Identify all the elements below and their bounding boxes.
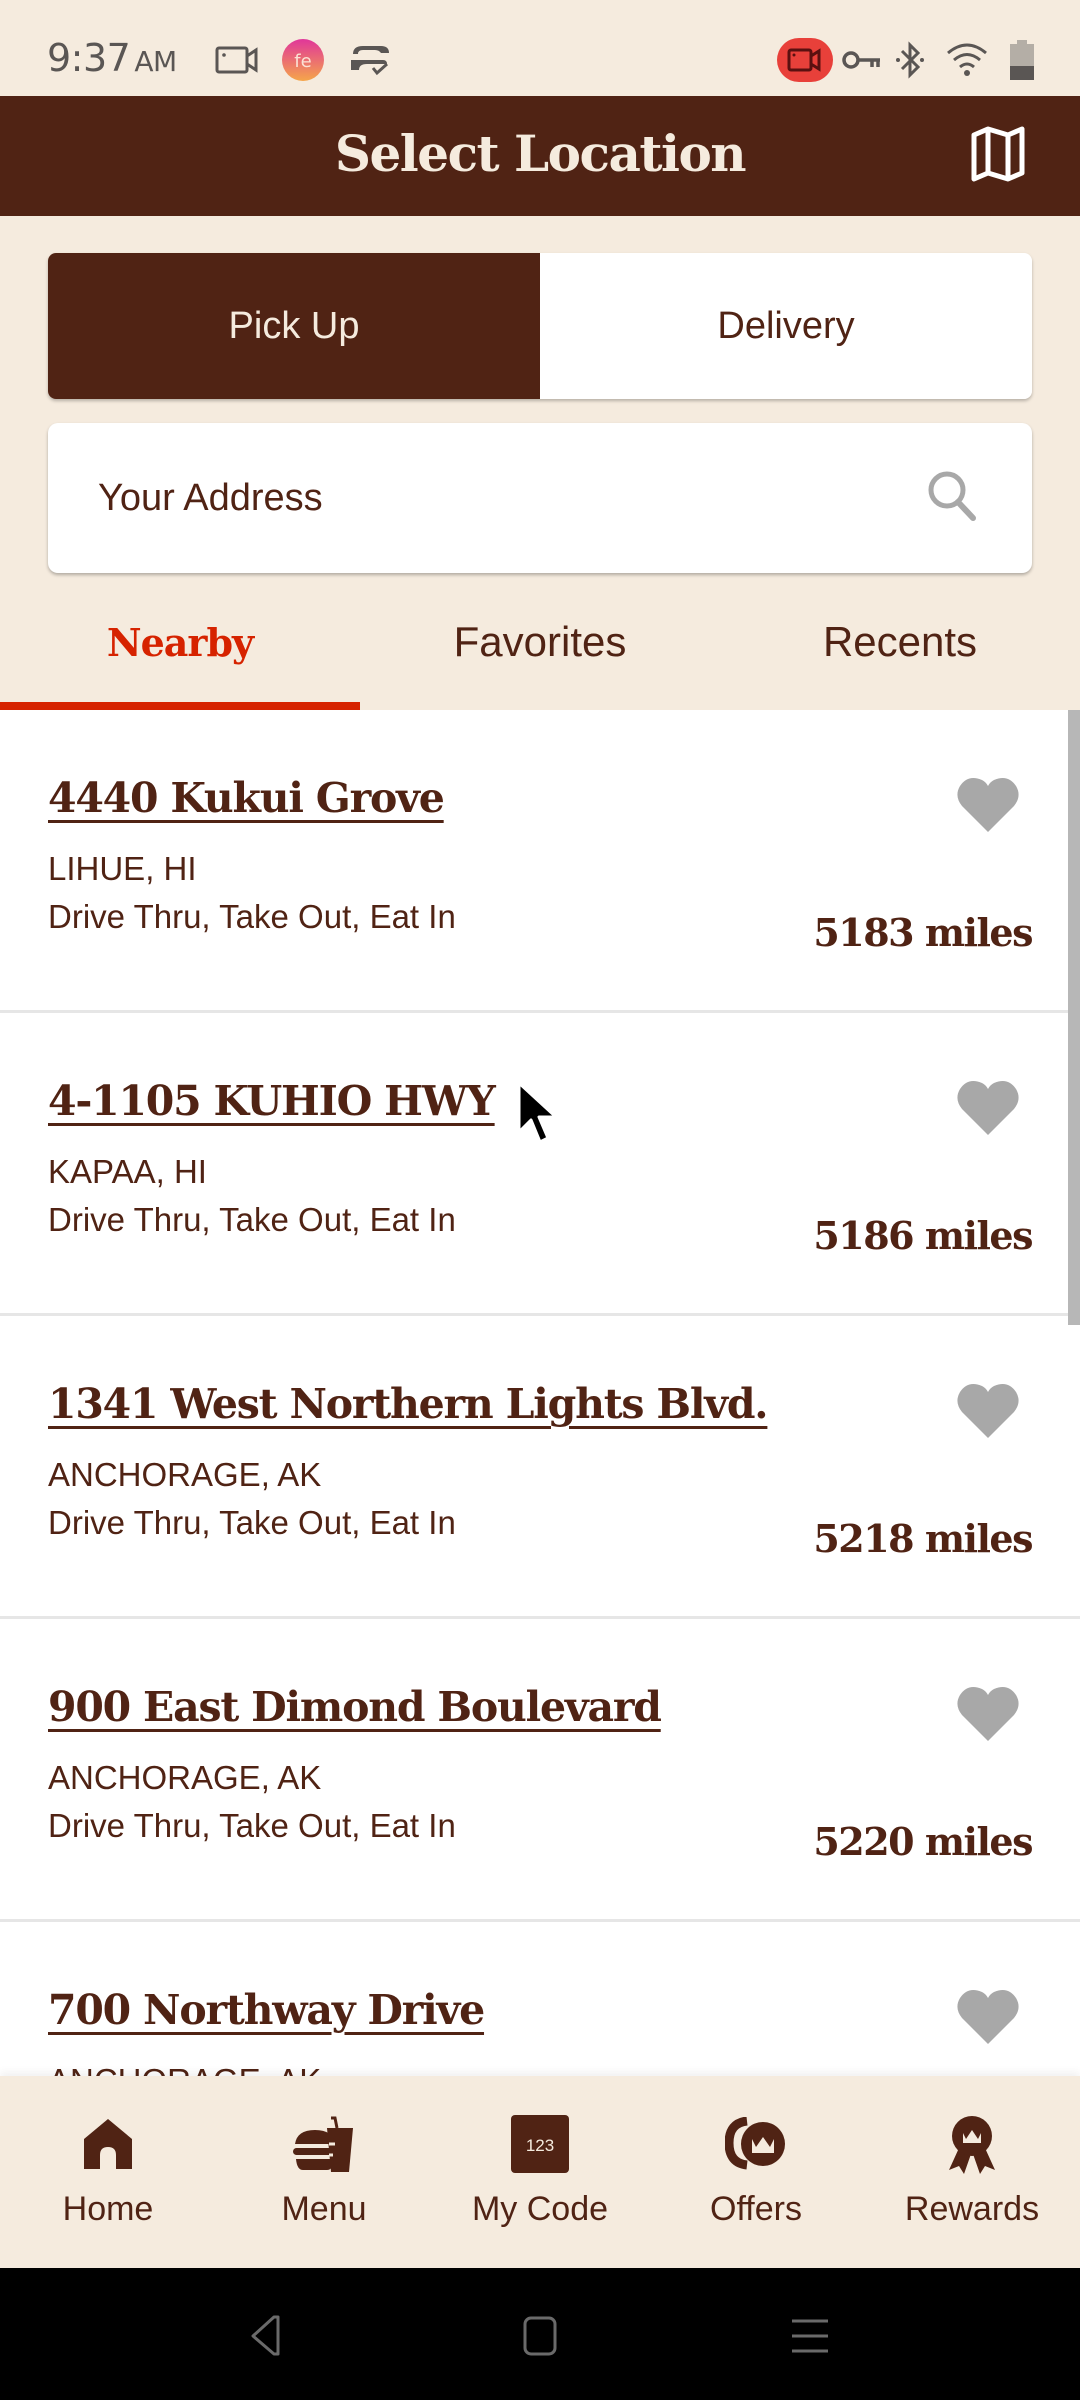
sync-check-icon: [345, 38, 395, 82]
screen-record-icon: [214, 38, 260, 82]
nav-rewards-label: Rewards: [904, 2190, 1040, 2228]
location-tabs: Nearby Favorites Recents: [0, 590, 1080, 710]
rewards-ribbon-icon: [940, 2112, 1004, 2176]
location-distance: 5183 miles: [813, 910, 1033, 955]
location-row[interactable]: 700 Northway Drive ANCHORAGE, AK: [0, 1922, 1080, 2076]
nav-home[interactable]: Home: [0, 2076, 216, 2268]
nav-my-code[interactable]: 123 My Code: [432, 2076, 648, 2268]
svg-text:fe: fe: [294, 51, 311, 72]
map-icon: [970, 125, 1026, 188]
status-time-value: 9:37: [47, 36, 131, 80]
status-bar: 9:37 AM fe: [0, 0, 1080, 96]
order-type-toggle: Pick Up Delivery: [48, 253, 1032, 399]
favorite-button[interactable]: [956, 1685, 1020, 1743]
favorite-button[interactable]: [956, 776, 1020, 834]
app-notification-icon: fe: [280, 38, 326, 82]
location-name-link[interactable]: 4440 Kukui Grove: [48, 774, 445, 822]
address-input[interactable]: [98, 476, 922, 520]
location-city: LIHUE, HI: [48, 850, 197, 887]
bluetooth-icon: [893, 38, 927, 82]
vpn-key-icon: [842, 38, 882, 82]
location-row[interactable]: 1341 West Northern Lights Blvd. ANCHORAG…: [0, 1316, 1080, 1619]
home-icon: [76, 2112, 140, 2176]
battery-icon: [1008, 38, 1036, 82]
address-search-box: [48, 423, 1032, 573]
location-list: 4440 Kukui Grove LIHUE, HI Drive Thru, T…: [0, 710, 1080, 2076]
recording-active-icon: [777, 38, 833, 82]
nav-rewards[interactable]: Rewards: [864, 2076, 1080, 2268]
nav-offers-label: Offers: [710, 2190, 802, 2228]
svg-text:123: 123: [526, 2136, 554, 2155]
page-title: Select Location: [334, 124, 747, 183]
location-name-link[interactable]: 700 Northway Drive: [48, 1986, 485, 2034]
location-name-link[interactable]: 1341 West Northern Lights Blvd.: [48, 1380, 769, 1428]
favorite-button[interactable]: [956, 1988, 1020, 2046]
system-back-button[interactable]: [236, 2308, 296, 2368]
delivery-option[interactable]: Delivery: [540, 253, 1032, 399]
favorite-button[interactable]: [956, 1079, 1020, 1137]
burger-drink-icon: [292, 2112, 356, 2176]
location-city: ANCHORAGE, AK: [48, 1456, 322, 1493]
location-services: Drive Thru, Take Out, Eat In: [48, 1201, 456, 1238]
location-city: KAPAA, HI: [48, 1153, 207, 1190]
nav-my-code-label: My Code: [471, 2190, 609, 2228]
nav-home-label: Home: [62, 2190, 154, 2228]
code-123-icon: 123: [508, 2112, 572, 2176]
heart-icon: [956, 778, 1020, 838]
wifi-icon: [945, 38, 989, 82]
system-home-button[interactable]: [510, 2308, 570, 2368]
heart-icon: [956, 1384, 1020, 1444]
location-row[interactable]: 4-1105 KUHIO HWY KAPAA, HI Drive Thru, T…: [0, 1013, 1080, 1316]
location-distance: 5220 miles: [813, 1819, 1033, 1864]
location-name-link[interactable]: 900 East Dimond Boulevard: [48, 1683, 662, 1731]
system-nav-bar: [0, 2268, 1080, 2400]
home-square-icon: [522, 2315, 558, 2362]
pickup-option[interactable]: Pick Up: [48, 253, 540, 399]
location-distance: 5218 miles: [813, 1516, 1033, 1561]
recents-menu-icon: [790, 2316, 830, 2361]
app-header: Select Location: [0, 96, 1080, 216]
list-scrollbar[interactable]: [1068, 710, 1080, 1325]
nav-menu[interactable]: Menu: [216, 2076, 432, 2268]
tab-favorites[interactable]: Favorites: [360, 590, 720, 710]
back-icon: [248, 2314, 284, 2363]
heart-icon: [956, 1990, 1020, 2050]
location-row[interactable]: 4440 Kukui Grove LIHUE, HI Drive Thru, T…: [0, 710, 1080, 1013]
location-city: ANCHORAGE, AK: [48, 2062, 321, 2076]
location-services: Drive Thru, Take Out, Eat In: [48, 898, 456, 935]
location-city: ANCHORAGE, AK: [48, 1759, 322, 1796]
location-distance: 5186 miles: [813, 1213, 1033, 1258]
location-services: Drive Thru, Take Out, Eat In: [48, 1504, 456, 1541]
location-services: Drive Thru, Take Out, Eat In: [48, 1807, 456, 1844]
tab-nearby[interactable]: Nearby: [0, 590, 360, 710]
tab-recents[interactable]: Recents: [720, 590, 1080, 710]
bottom-nav: Home Menu 123 My Code Offers Rewards: [0, 2076, 1080, 2268]
location-row[interactable]: 900 East Dimond Boulevard ANCHORAGE, AK …: [0, 1619, 1080, 1922]
search-icon: [925, 468, 979, 529]
search-button[interactable]: [922, 468, 982, 528]
nav-menu-label: Menu: [281, 2190, 367, 2228]
system-recents-button[interactable]: [780, 2308, 840, 2368]
map-view-button[interactable]: [966, 124, 1030, 188]
location-name-link[interactable]: 4-1105 KUHIO HWY: [48, 1077, 496, 1125]
heart-icon: [956, 1081, 1020, 1141]
status-time: 9:37 AM: [47, 36, 177, 80]
favorite-button[interactable]: [956, 1382, 1020, 1440]
nav-offers[interactable]: Offers: [648, 2076, 864, 2268]
offers-coins-icon: [724, 2112, 788, 2176]
status-ampm: AM: [134, 45, 177, 78]
heart-icon: [956, 1687, 1020, 1747]
